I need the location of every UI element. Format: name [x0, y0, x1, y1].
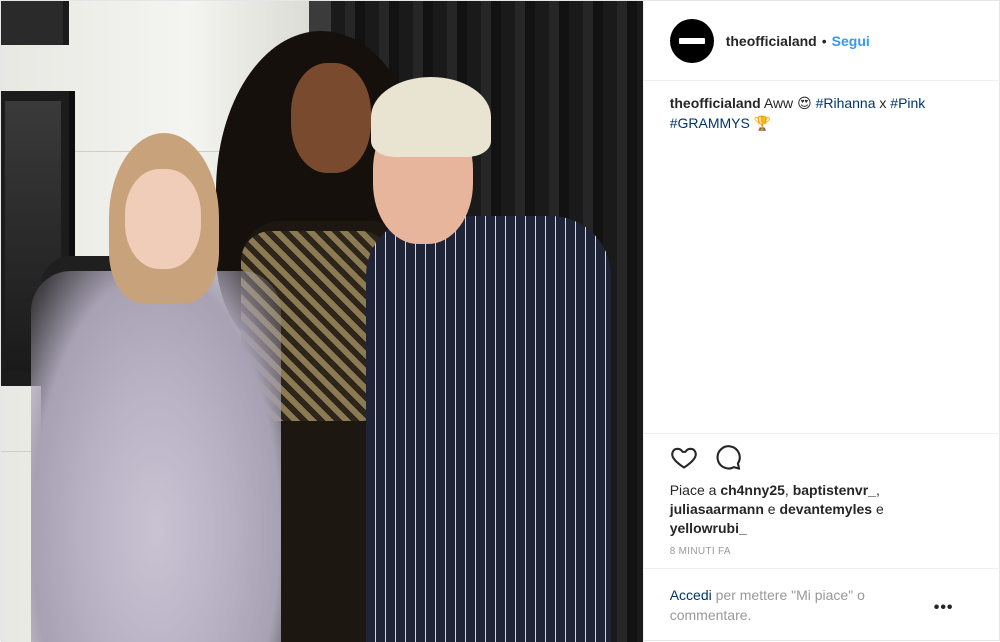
photo-person-head [291, 63, 371, 173]
hashtag-link[interactable]: #Pink [890, 95, 925, 111]
likes-prefix: Piace a [669, 482, 717, 498]
heart-icon[interactable] [670, 443, 698, 471]
caption-text: Aww [763, 95, 794, 111]
more-options-icon[interactable]: ••• [934, 599, 954, 617]
caption-emoji: 🏆 [753, 115, 772, 131]
post-sidebar: theofficialand • Segui theofficialand Aw… [642, 1, 1000, 642]
liker-username[interactable]: juliasaarmann [670, 501, 764, 517]
follow-button[interactable]: Segui [832, 33, 870, 49]
likes-separator: , [875, 482, 880, 498]
action-bar [670, 443, 742, 471]
post-caption: theofficialand Aww 😍 #Rihanna x #Pink #G… [670, 93, 980, 133]
liker-username[interactable]: ch4nny25 [720, 482, 785, 498]
header-username[interactable]: theofficialand [726, 33, 817, 49]
instagram-post: theofficialand • Segui theofficialand Aw… [0, 0, 1000, 642]
actions-divider [643, 433, 1000, 434]
likes-conjunction: e [767, 501, 776, 517]
photo-wall-frame [1, 1, 69, 45]
photo-person-hair [371, 77, 491, 157]
login-divider [643, 568, 1000, 569]
login-link[interactable]: Accedi [670, 587, 712, 603]
liker-username[interactable]: devantemyles [779, 501, 872, 517]
photo-child-dress [31, 271, 281, 642]
photo-person-suit [366, 216, 611, 642]
likes-separator: , [784, 482, 789, 498]
post-header: theofficialand • Segui [643, 1, 1000, 81]
post-photo[interactable] [1, 1, 643, 642]
avatar-logo [678, 37, 705, 44]
avatar[interactable] [669, 18, 714, 63]
comment-icon[interactable] [714, 443, 742, 471]
hashtag-link[interactable]: #Rihanna [816, 95, 876, 111]
liker-username[interactable]: baptistenvr_ [793, 482, 876, 498]
header-separator: • [821, 32, 827, 49]
post-timestamp[interactable]: 8 MINUTI FA [670, 546, 731, 557]
caption-username[interactable]: theofficialand [670, 95, 761, 111]
photo-child-head [125, 169, 201, 269]
caption-emoji: 😍 [797, 95, 812, 111]
caption-connector: x [879, 95, 887, 111]
login-prompt: Accedi per mettere "Mi piace" o commenta… [670, 585, 930, 625]
likes-conjunction: e [875, 501, 884, 517]
likes-summary: Piace a ch4nny25, baptistenvr_, juliasaa… [670, 481, 980, 538]
hashtag-link[interactable]: #GRAMMYS [670, 115, 750, 131]
liker-username[interactable]: yellowrubi_ [670, 520, 747, 536]
